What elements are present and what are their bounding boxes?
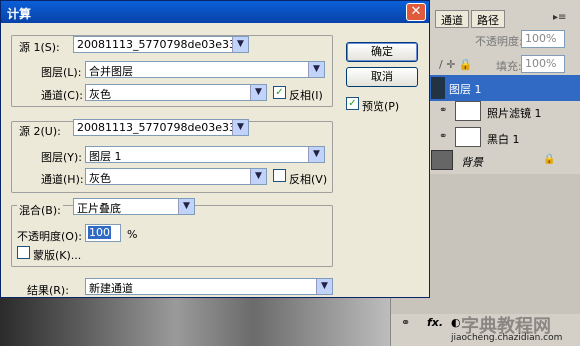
chevron-down-icon: ▼ — [308, 62, 324, 77]
source2-channel-label: 通道(H): — [41, 173, 84, 186]
source1-file-value: 20081113_5770798de03e33... — [77, 38, 247, 51]
blend-label: 混合(B): — [17, 202, 63, 218]
dialog-title: 计算 — [7, 7, 32, 21]
link-icon: ⚭ — [439, 131, 448, 142]
source2-channel-value: 灰色 — [89, 172, 111, 185]
blend-mode-value: 正片叠底 — [77, 202, 121, 215]
blend-mode-select[interactable]: 正片叠底 ▼ — [73, 198, 195, 215]
tab-channels[interactable]: 通道 — [435, 10, 469, 28]
source1-channel-value: 灰色 — [89, 88, 111, 101]
dialog-titlebar[interactable]: 计算 — [1, 1, 429, 23]
fx-icon[interactable]: fx. — [427, 316, 443, 329]
source1-invert-checkbox[interactable]: ✓ — [273, 86, 286, 99]
panel-menu-icon[interactable]: ▸≡ — [553, 12, 573, 26]
source1-layer-select[interactable]: 合并图层 ▼ — [85, 61, 325, 78]
lock-icons[interactable]: / ✛ 🔒 — [439, 58, 473, 71]
panel-fill-field[interactable]: 100% — [521, 55, 565, 73]
layer-name: 背景 — [461, 156, 483, 169]
source2-layer-value: 图层 1 — [89, 150, 122, 163]
chevron-down-icon: ▼ — [232, 120, 248, 135]
source2-channel-select[interactable]: 灰色 ▼ — [85, 168, 267, 185]
chevron-down-icon: ▼ — [232, 37, 248, 52]
result-value: 新建通道 — [89, 282, 133, 295]
layer-thumb — [431, 77, 445, 99]
source1-invert-label: 反相(I) — [289, 89, 323, 102]
panel-opacity-label: 不透明度: — [475, 35, 523, 48]
ok-button[interactable]: 确定 — [346, 42, 418, 62]
layer-mask-thumb — [455, 101, 481, 121]
chevron-down-icon: ▼ — [308, 147, 324, 162]
close-button[interactable]: ✕ — [406, 3, 426, 21]
source1-layer-label: 图层(L): — [41, 66, 82, 79]
source2-layer-select[interactable]: 图层 1 ▼ — [85, 146, 325, 163]
chevron-down-icon: ▼ — [316, 279, 332, 294]
chevron-down-icon: ▼ — [250, 85, 266, 100]
source1-channel-label: 通道(C): — [41, 89, 83, 102]
preview-label: 预览(P) — [362, 100, 400, 113]
source2-layer-label: 图层(Y): — [41, 151, 83, 164]
opacity-label: 不透明度(O): — [17, 230, 82, 243]
layer-name: 黑白 1 — [487, 133, 520, 146]
lock-icon: 🔒 — [543, 154, 556, 165]
source1-label: 源 1(S): — [17, 39, 62, 55]
panel-fill-label: 填充: — [496, 60, 522, 73]
layer-name: 图层 1 — [449, 83, 482, 96]
tab-paths[interactable]: 路径 — [471, 10, 505, 28]
layer-name: 照片滤镜 1 — [487, 107, 542, 120]
opacity-unit: % — [127, 228, 138, 241]
panel-opacity-field[interactable]: 100% — [521, 30, 565, 48]
source2-file-value: 20081113_5770798de03e33... — [77, 121, 247, 134]
chevron-down-icon: ▼ — [178, 199, 194, 214]
opacity-input[interactable]: 100 — [85, 224, 121, 242]
layer-mask-thumb — [455, 127, 481, 147]
watermark-url: jiaocheng.chazidian.com — [451, 333, 563, 343]
link-icon: ⚭ — [439, 105, 448, 116]
source1-layer-value: 合并图层 — [89, 65, 133, 78]
opacity-value: 100 — [88, 226, 111, 239]
source1-file-select[interactable]: 20081113_5770798de03e33... ▼ — [73, 36, 249, 53]
result-select[interactable]: 新建通道 ▼ — [85, 278, 333, 295]
layer-thumb — [431, 150, 453, 170]
mask-icon[interactable]: ◐ — [451, 316, 461, 329]
mask-checkbox[interactable] — [17, 246, 30, 259]
link-layers-icon[interactable]: ⚭ — [401, 316, 410, 329]
chevron-down-icon: ▼ — [250, 169, 266, 184]
preview-checkbox[interactable]: ✓ — [346, 97, 359, 110]
calculations-dialog: 计算 ✕ 源 1(S): 20081113_5770798de03e33... … — [0, 0, 430, 298]
source2-label: 源 2(U): — [17, 123, 63, 139]
source2-file-select[interactable]: 20081113_5770798de03e33... ▼ — [73, 119, 249, 136]
source2-invert-checkbox[interactable] — [273, 169, 286, 182]
source1-channel-select[interactable]: 灰色 ▼ — [85, 84, 267, 101]
background-photo — [0, 296, 390, 346]
mask-label[interactable]: 蒙版(K)... — [33, 247, 81, 263]
source2-invert-label: 反相(V) — [289, 173, 328, 186]
cancel-button[interactable]: 取消 — [346, 67, 418, 87]
result-label: 结果(R): — [27, 284, 69, 297]
